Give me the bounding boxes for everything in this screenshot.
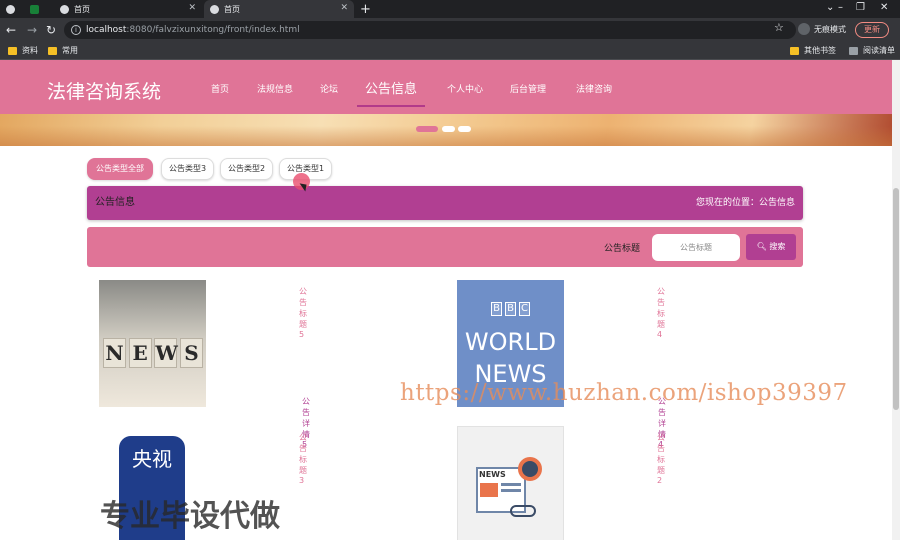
url-field[interactable]: i localhost:8080/falvzixunxitong/front/i… [64, 21, 796, 39]
maximize-icon[interactable]: ❐ [856, 2, 865, 13]
search-icon: 🔍︎ [756, 242, 767, 251]
nav-legal-consult[interactable]: 法律咨询 [576, 82, 612, 95]
nav-home[interactable]: 首页 [211, 82, 229, 95]
url-path: :8080/falvzixunxitong/front/index.html [126, 25, 300, 35]
reload-icon[interactable]: ↻ [46, 23, 56, 37]
folder-icon [48, 46, 57, 55]
magnifier-icon [518, 457, 542, 481]
close-icon[interactable]: ✕ [340, 3, 348, 13]
tab-search-icon[interactable]: ⌄ [826, 2, 834, 13]
bookmark-label: 其他书签 [804, 46, 836, 55]
page-scrollbar[interactable] [892, 60, 900, 540]
search-panel: 公告标题 🔍︎ 搜索 [87, 227, 803, 267]
tab-home-1[interactable]: 首页 ✕ [54, 0, 202, 18]
tab-label: 首页 [224, 4, 240, 14]
bbc-logo: B B C [491, 302, 530, 316]
bbc-world-text: WORLD [464, 328, 557, 356]
reading-list-icon [849, 46, 858, 55]
minimize-icon[interactable]: – [838, 2, 843, 13]
news-cubes: N E W S [103, 338, 203, 370]
section-title: 公告信息 [95, 197, 135, 208]
card-title[interactable]: 公告标题5 [299, 286, 307, 339]
folder-icon [8, 46, 17, 55]
bbc-letter: C [519, 302, 530, 316]
back-icon[interactable]: ← [6, 23, 16, 37]
bookmark-folder-other[interactable]: 其他书签 [790, 45, 836, 56]
cube-letter: N [103, 338, 126, 368]
bookmark-folder[interactable]: 资料 [8, 45, 38, 56]
newspaper-label: NEWS [479, 470, 506, 479]
url-host: localhost [86, 25, 127, 35]
watermark-url: https://www.huzhan.com/ishop39397 [400, 380, 848, 406]
filter-type-3[interactable]: 公告类型3 [161, 158, 214, 180]
site-brand: 法律咨询系统 [47, 81, 162, 103]
tab-pinned-1[interactable] [6, 0, 28, 18]
newspaper-text-line [501, 489, 521, 492]
watermark-text: 专业毕设代做 [100, 499, 280, 534]
globe-icon [210, 4, 219, 14]
site-header: 法律咨询系统 首页 法规信息 论坛 公告信息 个人中心 后台管理 法律咨询 [0, 60, 892, 114]
close-window-icon[interactable]: ✕ [880, 2, 888, 13]
nav-forum[interactable]: 论坛 [320, 82, 338, 95]
bookmark-label: 常用 [62, 46, 78, 55]
nav-regulations[interactable]: 法规信息 [257, 82, 293, 95]
news-cubes-image[interactable]: N E W S [99, 280, 206, 407]
info-icon[interactable]: i [71, 25, 81, 35]
bookmark-label: 阅读清单 [863, 46, 895, 55]
globe-icon [60, 4, 69, 14]
search-button-label: 搜索 [769, 242, 786, 251]
newspaper-photo-block [480, 483, 498, 497]
card-title[interactable]: 公告标题2 [657, 432, 665, 485]
carousel-dot-active[interactable] [416, 126, 438, 132]
tab-home-2[interactable]: 首页 ✕ [204, 0, 354, 18]
nav-announcements[interactable]: 公告信息 [357, 78, 425, 107]
search-label: 公告标题 [604, 244, 641, 254]
bookmark-label: 资料 [22, 46, 38, 55]
current-location: 您现在的位置：公告信息 [695, 198, 795, 208]
update-button[interactable]: 更新 [855, 22, 889, 38]
tab-pinned-2[interactable] [30, 0, 52, 18]
scrollbar-thumb[interactable] [893, 188, 899, 410]
newspaper-illustration[interactable]: NEWS [457, 426, 564, 540]
reading-list[interactable]: 阅读清单 [849, 45, 895, 56]
newspaper-text-line [501, 483, 521, 486]
close-icon[interactable]: ✕ [188, 3, 196, 13]
search-button[interactable]: 🔍︎ 搜索 [746, 234, 796, 260]
cube-letter: S [179, 338, 203, 368]
cube-letter: E [128, 338, 152, 368]
nav-personal-center[interactable]: 个人中心 [447, 82, 483, 95]
carousel-dot[interactable] [458, 126, 471, 132]
nav-admin[interactable]: 后台管理 [510, 82, 546, 95]
bbc-letter: B [505, 302, 516, 316]
card-title[interactable]: 公告标题3 [299, 432, 307, 485]
incognito-label: 无痕模式 [814, 24, 846, 34]
breadcrumb: 公告信息 您现在的位置：公告信息 [87, 186, 803, 220]
carousel-dot[interactable] [442, 126, 455, 132]
bookmark-folder[interactable]: 常用 [48, 45, 78, 56]
filter-type-2[interactable]: 公告类型2 [220, 158, 273, 180]
bookmarks-bar: 资料 常用 其他书签 阅读清单 [0, 42, 900, 60]
glasses-icon [510, 505, 536, 517]
bookmark-star-icon[interactable]: ☆ [774, 21, 784, 34]
bbc-letter: B [491, 302, 502, 316]
filter-type-all[interactable]: 公告类型全部 [87, 158, 153, 180]
address-toolbar: ← → ↻ i localhost:8080/falvzixunxitong/f… [0, 18, 900, 42]
card-title[interactable]: 公告标题4 [657, 286, 665, 339]
new-tab-button[interactable]: + [360, 0, 374, 18]
mouse-cursor-highlight [293, 173, 310, 192]
tab-label: 首页 [74, 4, 90, 14]
cube-letter: W [154, 338, 178, 368]
page-viewport: 法律咨询系统 首页 法规信息 论坛 公告信息 个人中心 后台管理 法律咨询 公告… [0, 60, 892, 540]
incognito-icon [798, 23, 810, 35]
folder-icon [790, 46, 799, 55]
incognito-indicator[interactable]: 无痕模式 [798, 23, 846, 35]
search-input[interactable] [652, 234, 740, 261]
globe-icon [6, 4, 15, 14]
forward-icon[interactable]: → [27, 23, 37, 37]
browser-tab-strip: 首页 ✕ 首页 ✕ + ⌄ – ❐ ✕ [0, 0, 900, 18]
sheet-icon [30, 4, 39, 14]
